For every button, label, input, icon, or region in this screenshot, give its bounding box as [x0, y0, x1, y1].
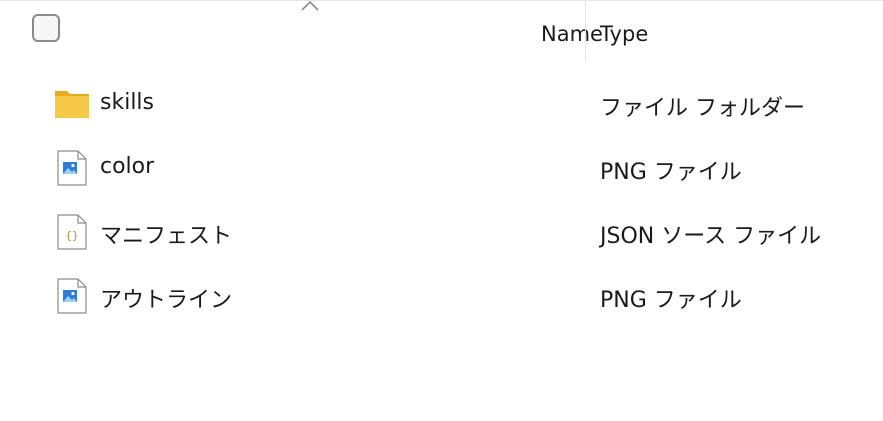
file-row-manifest[interactable]: {} マニフェスト JSON ソース ファイル — [0, 214, 883, 274]
svg-text:{}: {} — [65, 229, 78, 242]
folder-icon — [55, 91, 89, 118]
file-row-outline[interactable]: アウトライン PNG ファイル — [0, 278, 883, 338]
file-name: マニフェスト — [100, 224, 233, 249]
column-header-name[interactable]: Name — [541, 22, 603, 46]
header-top-border — [0, 0, 883, 1]
file-type: JSON ソース ファイル — [600, 224, 822, 249]
select-all-checkbox[interactable] — [32, 14, 60, 42]
png-file-icon — [57, 278, 87, 314]
file-name: skills — [100, 90, 155, 115]
png-file-icon — [57, 150, 87, 186]
column-header-type[interactable]: Type — [600, 22, 648, 46]
column-divider[interactable] — [585, 0, 586, 60]
file-name: color — [100, 154, 155, 179]
file-type: PNG ファイル — [600, 160, 742, 185]
file-name: アウトライン — [100, 288, 233, 313]
json-file-icon: {} — [57, 214, 87, 250]
file-type: ファイル フォルダー — [600, 96, 805, 121]
file-row-color[interactable]: color PNG ファイル — [0, 150, 883, 210]
file-type: PNG ファイル — [600, 288, 742, 313]
sort-ascending-icon[interactable] — [299, 0, 321, 12]
file-list-header: Name Type — [0, 0, 883, 62]
file-row-skills[interactable]: skills ファイル フォルダー — [0, 86, 883, 146]
